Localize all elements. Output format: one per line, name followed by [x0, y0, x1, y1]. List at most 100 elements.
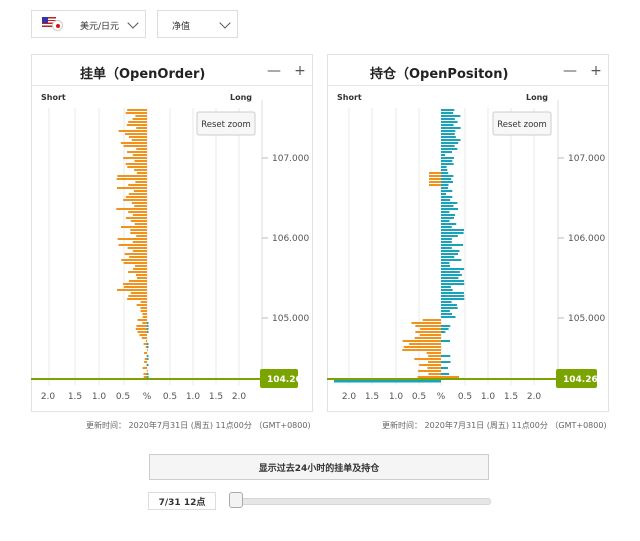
long-position-bar — [441, 325, 451, 327]
long-position-bar — [441, 238, 452, 240]
short-order-bar — [132, 154, 147, 156]
long-position-bar — [441, 121, 458, 123]
time-slider-thumb[interactable] — [229, 492, 243, 508]
price-tick-label: 107.000 — [272, 154, 309, 164]
long-position-bar — [441, 154, 446, 156]
short-order-bar — [146, 349, 148, 351]
x-tick-label: 1.0 — [389, 392, 404, 402]
short-order-bar — [135, 265, 147, 267]
long-order-bar — [147, 376, 149, 378]
short-order-bar — [137, 331, 147, 333]
long-position-bar — [441, 148, 458, 150]
x-tick-label: 0.5 — [412, 392, 426, 402]
short-order-bar — [116, 178, 147, 180]
reset-zoom-button[interactable]: Reset zoom — [492, 111, 552, 136]
time-slider-track[interactable] — [234, 498, 491, 505]
short-order-bar — [128, 280, 147, 282]
x-tick-label: 1.0 — [92, 392, 107, 402]
long-position-bar — [441, 295, 465, 297]
short-order-bar — [131, 139, 147, 141]
short-position-bar — [427, 367, 441, 369]
long-order-bar — [147, 328, 149, 330]
long-position-bar — [441, 286, 451, 288]
short-order-bar — [123, 262, 147, 264]
long-order-bar — [147, 355, 149, 357]
x-tick-label: 1.0 — [186, 392, 201, 402]
short-order-bar — [127, 298, 147, 300]
long-position-bar — [441, 331, 446, 333]
show-24h-history-button[interactable]: 显示过去24小时的挂单及持仓 — [149, 454, 489, 480]
long-position-bar — [441, 160, 453, 162]
long-position-bar — [441, 112, 454, 114]
long-position-bar — [441, 124, 454, 126]
short-position-bar — [420, 328, 441, 330]
short-position-bar — [414, 358, 441, 360]
short-order-bar — [140, 307, 147, 309]
short-order-bar — [140, 310, 147, 312]
short-order-bar — [132, 214, 147, 216]
x-tick-label: % — [143, 392, 152, 402]
price-tick-label: 106.000 — [272, 234, 309, 244]
long-position-bar — [441, 190, 453, 192]
long-position-bar — [441, 280, 465, 282]
short-order-bar — [128, 184, 147, 186]
short-order-bar — [133, 190, 147, 192]
short-order-bar — [127, 247, 147, 249]
long-position-bar — [441, 205, 454, 207]
long-position-bar — [441, 151, 452, 153]
short-order-bar — [117, 175, 147, 177]
short-position-bar — [422, 319, 441, 321]
long-position-bar — [441, 253, 459, 255]
price-tick-label: 105.000 — [272, 314, 309, 324]
long-position-bar — [334, 380, 441, 383]
x-tick-label: % — [437, 392, 446, 402]
long-position-bar — [441, 133, 455, 135]
short-order-bar — [135, 115, 147, 117]
long-position-bar — [441, 145, 455, 147]
x-tick-label: 1.5 — [504, 392, 518, 402]
long-position-bar — [441, 274, 462, 276]
long-position-bar — [441, 214, 456, 216]
long-position-bar — [441, 367, 448, 369]
long-position-bar — [441, 244, 464, 246]
x-tick-label: 0.5 — [163, 392, 177, 402]
long-position-bar — [441, 217, 455, 219]
long-position-bar — [441, 157, 454, 159]
long-order-bar — [147, 325, 149, 327]
x-tick-label: 1.5 — [209, 392, 223, 402]
short-order-bar — [125, 133, 147, 135]
reset-zoom-label[interactable]: Reset zoom — [497, 120, 547, 130]
long-order-bar — [147, 373, 149, 375]
long-order-bar — [147, 331, 149, 333]
reset-zoom-button[interactable]: Reset zoom — [196, 111, 256, 136]
short-position-bar — [428, 373, 441, 375]
long-order-bar — [147, 364, 149, 366]
long-position-bar — [441, 271, 460, 273]
short-order-bar — [130, 229, 147, 231]
short-position-bar — [419, 364, 441, 366]
long-position-bar — [441, 115, 461, 117]
x-tick-label: 0.5 — [116, 392, 130, 402]
long-position-bar — [441, 277, 459, 279]
short-position-bar — [419, 334, 441, 336]
short-order-bar — [128, 295, 147, 297]
short-order-bar — [127, 151, 147, 153]
short-order-bar — [144, 352, 147, 354]
short-order-bar — [125, 196, 147, 198]
x-tick-label: 1.0 — [481, 392, 496, 402]
long-position-bar — [441, 181, 454, 183]
reset-zoom-label[interactable]: Reset zoom — [201, 120, 251, 130]
short-order-bar — [130, 232, 147, 234]
short-position-bar — [429, 172, 441, 174]
long-order-bar — [147, 322, 149, 324]
long-position-bar — [441, 301, 452, 303]
long-position-bar — [441, 298, 465, 300]
long-position-bar — [441, 187, 449, 189]
short-order-bar — [135, 181, 147, 183]
short-order-bar — [124, 253, 147, 255]
long-position-bar — [441, 178, 452, 180]
long-position-bar — [441, 310, 450, 312]
short-order-bar — [132, 118, 147, 120]
long-order-bar — [147, 346, 149, 348]
short-position-bar — [414, 337, 441, 339]
